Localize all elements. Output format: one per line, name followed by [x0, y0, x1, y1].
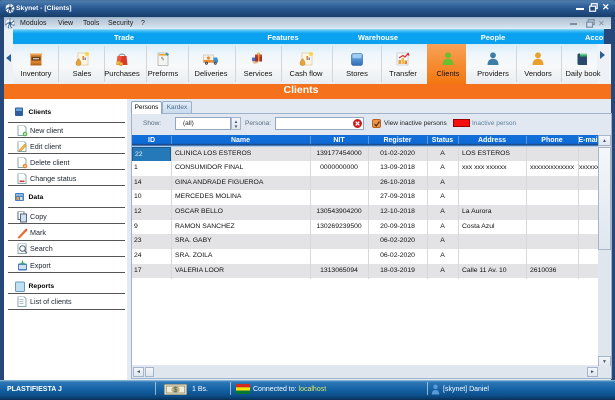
svg-text:$: $	[174, 387, 178, 394]
